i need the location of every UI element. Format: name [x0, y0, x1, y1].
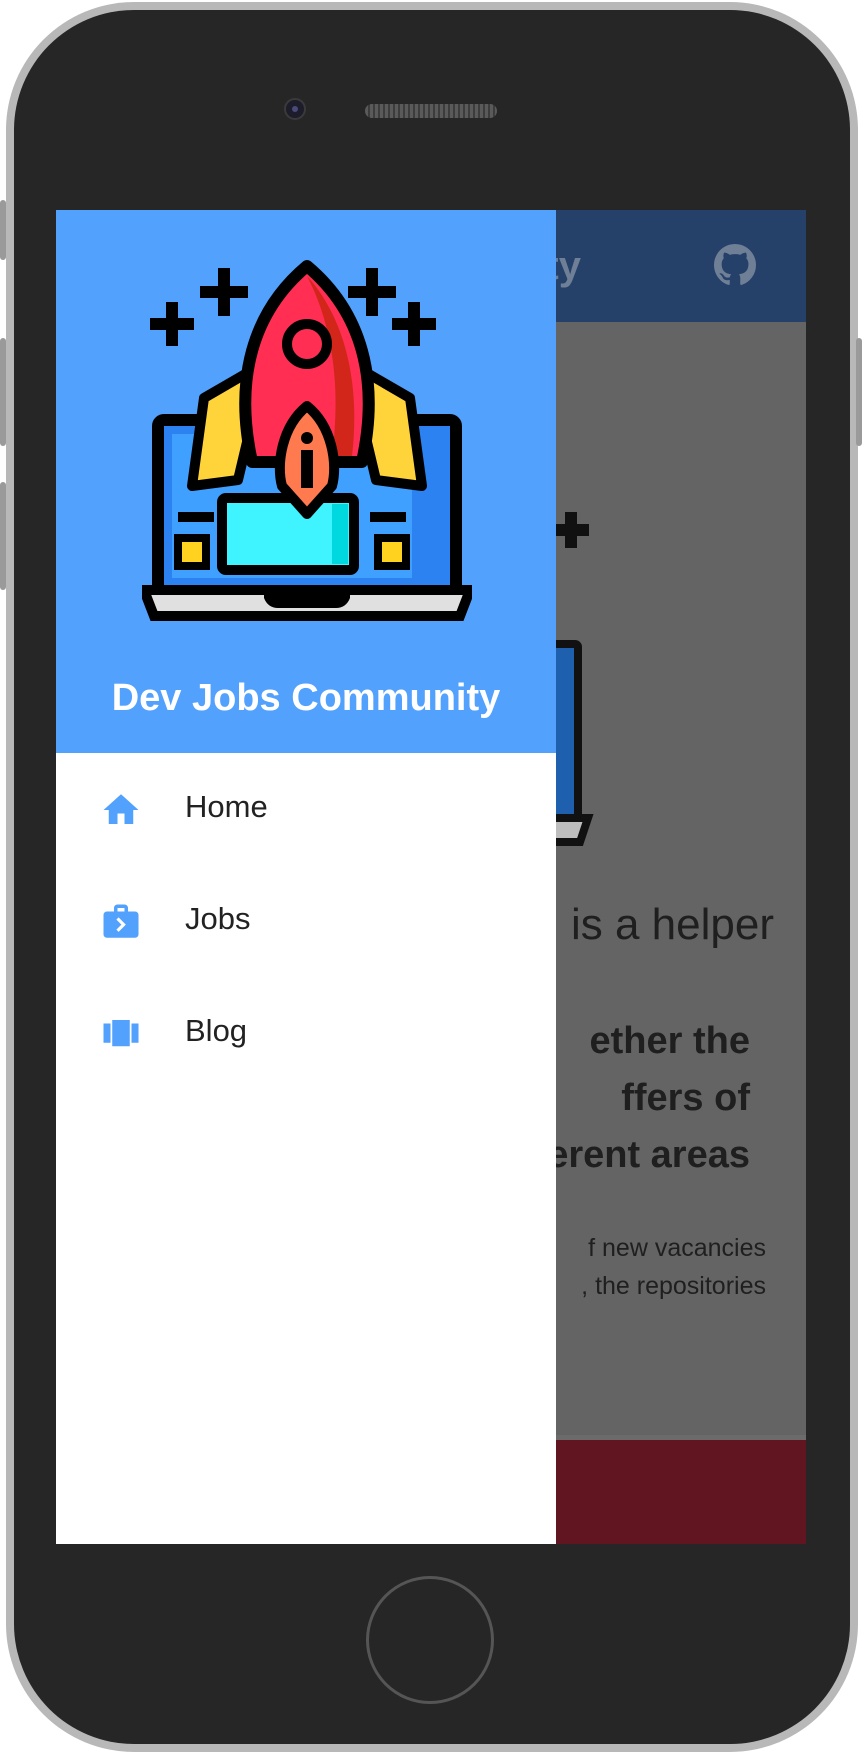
power-button [856, 338, 862, 446]
drawer-item-jobs[interactable]: Jobs [56, 865, 556, 977]
earpiece-speaker [365, 104, 497, 118]
navigation-drawer: Dev Jobs Community Home Jobs Blog [56, 210, 556, 1544]
intro-headline: is a helper [570, 900, 774, 949]
intro-bold-line-2: ffers of [621, 1077, 750, 1119]
home-hardware-button[interactable] [366, 1576, 494, 1704]
volume-down-button [0, 482, 6, 590]
mute-switch [0, 200, 6, 260]
intro-bold-line-3: erent areas [547, 1134, 750, 1176]
intro-paragraph-line-1: f new vacancies [588, 1234, 766, 1262]
briefcase-icon [103, 904, 139, 938]
front-camera [284, 98, 306, 120]
rocket-laptop-logo [142, 260, 472, 621]
intro-paragraph-line-2: , the repositories [581, 1272, 766, 1300]
drawer-item-label: Jobs [185, 901, 251, 936]
drawer-item-label: Home [185, 789, 268, 824]
drawer-item-blog[interactable]: Blog [56, 977, 556, 1089]
drawer-title: Dev Jobs Community [111, 677, 501, 719]
github-icon[interactable] [714, 244, 756, 286]
sparkle-icon [553, 512, 589, 548]
drawer-item-home[interactable]: Home [56, 753, 556, 865]
drawer-header: Dev Jobs Community [56, 210, 556, 753]
drawer-item-label: Blog [185, 1013, 248, 1048]
carousel-icon [103, 1020, 139, 1047]
app-screen: ty is a helper ether the ffers of erent … [56, 210, 806, 1544]
intro-bold-line-1: ether the [589, 1020, 750, 1062]
drawer-menu: Home Jobs Blog [56, 753, 556, 1089]
volume-up-button [0, 338, 6, 446]
home-icon [103, 794, 139, 824]
